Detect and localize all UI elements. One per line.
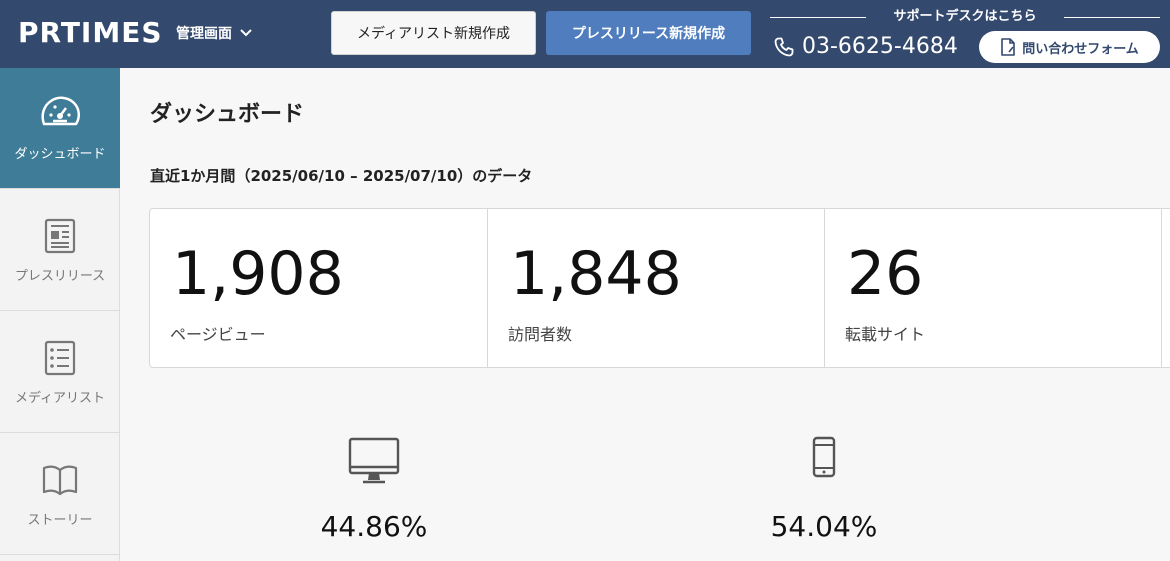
sidebar-item-press-release[interactable]: プレスリリース — [0, 190, 120, 311]
support-desk: サポートデスクはこちら 03-6625-4684 問い合わせフォーム — [770, 6, 1160, 64]
support-desk-title: サポートデスクはこちら — [893, 9, 1037, 24]
contact-form-button[interactable]: 問い合わせフォーム — [979, 31, 1160, 63]
device-share-desktop: 44.86% — [274, 436, 474, 561]
period-caption: 直近1か月間（2025/06/10 – 2025/07/10）のデータ — [150, 167, 533, 185]
admin-menu-dropdown[interactable]: 管理画面 — [176, 22, 252, 44]
stat-label: 訪問者数 — [508, 325, 573, 344]
device-share-mobile: 54.04% — [724, 436, 924, 561]
page-title: ダッシュボード — [150, 102, 305, 127]
divider-left — [770, 17, 866, 18]
newspaper-icon — [44, 218, 76, 254]
sidebar-item-label: プレスリリース — [14, 269, 106, 284]
smartphone-icon — [812, 436, 836, 478]
create-media-list-button[interactable]: メディアリスト新規作成 — [331, 11, 536, 55]
create-press-release-button[interactable]: プレスリリース新規作成 — [546, 11, 751, 55]
document-icon — [1001, 38, 1015, 56]
sidebar-item-label: ストーリー — [27, 513, 93, 528]
stat-card-visitors: 1,848 訪問者数 — [488, 209, 825, 367]
sidebar-item-media-list[interactable]: メディアリスト — [0, 312, 120, 433]
stats-panel: 1,908 ページビュー 1,848 訪問者数 26 転載サイト — [149, 208, 1170, 368]
stat-card-page-views: 1,908 ページビュー — [150, 209, 488, 367]
divider-right — [1064, 17, 1160, 18]
prtimes-logo[interactable]: PRTIMES — [18, 16, 163, 50]
sidebar-item-label: メディアリスト — [14, 391, 106, 406]
stat-value: 1,848 — [510, 239, 682, 309]
sidebar-item-dashboard[interactable]: ダッシュボード — [0, 68, 120, 189]
sidebar-item-label: ダッシュボード — [14, 147, 106, 162]
stat-value: 1,908 — [172, 239, 344, 309]
contact-form-label: 問い合わせフォーム — [1022, 41, 1139, 57]
sidebar: ダッシュボード プレスリリース メディアリスト ストーリー — [0, 68, 120, 561]
stat-card-reposted-sites: 26 転載サイト — [825, 209, 1162, 367]
phone-number: 03-6625-4684 — [802, 34, 958, 59]
desktop-icon — [348, 437, 400, 484]
mobile-share-percent: 54.04% — [770, 510, 878, 543]
phone-icon — [774, 37, 794, 57]
admin-menu-label: 管理画面 — [176, 26, 232, 42]
top-header: PRTIMES 管理画面 メディアリスト新規作成 プレスリリース新規作成 サポー… — [0, 0, 1170, 68]
dashboard-gauge-icon — [41, 96, 80, 126]
list-icon — [44, 340, 76, 376]
book-icon — [42, 465, 78, 496]
chevron-down-icon — [240, 29, 252, 37]
desktop-share-percent: 44.86% — [320, 510, 428, 543]
support-phone: 03-6625-4684 — [772, 34, 958, 60]
stat-label: 転載サイト — [845, 325, 926, 344]
sidebar-item-story[interactable]: ストーリー — [0, 434, 120, 555]
stat-value: 26 — [847, 239, 924, 309]
stat-label: ページビュー — [170, 325, 266, 344]
